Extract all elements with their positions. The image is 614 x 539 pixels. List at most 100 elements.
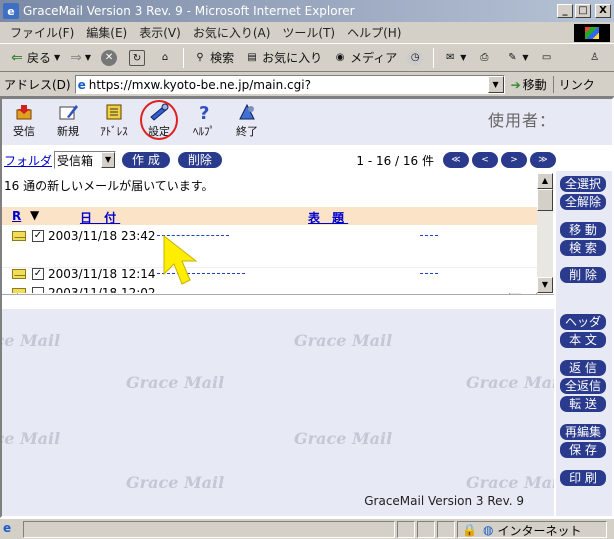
move-button[interactable]: 移 動: [560, 222, 606, 238]
app-version: GraceMail Version 3 Rev. 9: [364, 494, 524, 508]
scroll-down-icon[interactable]: ▼: [537, 277, 553, 293]
next-page-button[interactable]: >: [501, 152, 527, 168]
scroll-up-icon[interactable]: ▲: [537, 173, 553, 189]
address-dropdown-icon[interactable]: ▼: [487, 76, 504, 93]
list-vertical-scrollbar[interactable]: ▲ ▼: [537, 173, 553, 293]
delete-button[interactable]: 削 除: [560, 267, 606, 283]
ie-app-icon: e: [3, 3, 19, 19]
row-checkbox[interactable]: ✓: [32, 268, 44, 280]
watermark: Grace Mail: [466, 373, 554, 392]
media-button[interactable]: ◉ メディア: [327, 49, 402, 66]
forward-mail-button[interactable]: 転 送: [560, 396, 606, 412]
address-book-button[interactable]: ｱﾄﾞﾚｽ: [94, 103, 134, 139]
back-button[interactable]: ⇐ 戻る ▼: [4, 49, 65, 66]
help-button[interactable]: ? ﾍﾙﾌﾟ: [184, 103, 224, 139]
menu-tools[interactable]: ツール(T): [276, 24, 341, 41]
message-preview-pane: Grace Mail Grace Mail Grace Mail Grace M…: [2, 309, 554, 516]
links-button[interactable]: リンク: [552, 76, 595, 93]
address-label: アドレス(D): [4, 78, 71, 92]
address-input[interactable]: e https://mxw.kyoto-be.ne.jp/main.cgi? ▼: [74, 75, 505, 94]
last-page-button[interactable]: ≫: [530, 152, 556, 168]
favorites-button[interactable]: ▤ お気に入り: [239, 49, 327, 66]
folder-select[interactable]: 受信箱 ▼: [54, 151, 117, 169]
refresh-icon: ↻: [129, 49, 146, 66]
watermark: Grace Mail: [294, 331, 393, 350]
scroll-left-icon[interactable]: ◀: [2, 293, 18, 294]
stop-button[interactable]: ✕: [96, 49, 124, 66]
folder-link[interactable]: フォルダ: [4, 152, 52, 169]
compose-button[interactable]: 作 成: [122, 152, 170, 168]
watermark: Grace Mail: [126, 473, 225, 492]
search-mail-button[interactable]: 検 索: [560, 240, 606, 256]
column-read-status[interactable]: R: [12, 209, 21, 223]
back-dropdown-icon: ▼: [54, 53, 61, 62]
list-horizontal-scrollbar[interactable]: ◀ ▶: [2, 293, 538, 294]
go-label: 移動: [522, 78, 547, 92]
menu-favorites[interactable]: お気に入り(A): [187, 24, 277, 41]
mail-button[interactable]: ✉ ▼: [437, 50, 471, 66]
prev-page-button[interactable]: <: [472, 152, 498, 168]
messenger-button[interactable]: ♙: [582, 50, 610, 66]
go-button[interactable]: ➔ 移動: [511, 76, 547, 93]
envelope-icon: [12, 269, 26, 279]
mouse-cursor-icon: [163, 234, 198, 285]
media-icon: ◉: [335, 51, 345, 63]
body-button[interactable]: 本 文: [560, 332, 606, 348]
deselect-all-button[interactable]: 全解除: [560, 194, 606, 210]
new-mail-button[interactable]: 新規: [48, 103, 88, 139]
row-sender-link[interactable]: [420, 273, 438, 274]
sort-direction-icon[interactable]: ▼: [30, 208, 39, 222]
vertical-scroll-thumb[interactable]: [537, 189, 553, 211]
row-checkbox[interactable]: ✓: [32, 230, 44, 242]
header-button[interactable]: ヘッダ: [560, 314, 606, 330]
internet-zone-icon: ◍: [482, 523, 494, 537]
action-button-column: 全選択 全解除 移 動 検 索 削 除 ヘッダ 本 文 返 信 全返信 転 送 …: [556, 171, 612, 516]
menu-view[interactable]: 表示(V): [133, 24, 187, 41]
maximize-button[interactable]: □: [575, 4, 591, 18]
folder-dropdown-icon[interactable]: ▼: [101, 152, 116, 168]
close-button[interactable]: X: [595, 4, 611, 18]
re-edit-button[interactable]: 再編集: [560, 424, 606, 440]
address-url: https://mxw.kyoto-be.ne.jp/main.cgi?: [88, 77, 311, 92]
history-button[interactable]: ◷: [402, 49, 430, 66]
stop-icon: ✕: [101, 49, 118, 66]
status-segment: [417, 520, 435, 538]
back-arrow-icon: ⇐: [11, 49, 23, 66]
help-label: ﾍﾙﾌﾟ: [193, 125, 215, 138]
column-subject[interactable]: 表 題: [308, 209, 348, 226]
horizontal-scroll-thumb[interactable]: [18, 293, 510, 294]
windows-logo-icon: [574, 24, 610, 42]
scroll-right-icon[interactable]: ▶: [521, 293, 537, 294]
row-sender-link[interactable]: [420, 235, 438, 236]
menu-edit[interactable]: 編集(E): [80, 24, 133, 41]
mail-icon: ✉: [446, 51, 455, 63]
search-button[interactable]: ⚲ 検索: [187, 49, 239, 66]
reply-all-button[interactable]: 全返信: [560, 378, 606, 394]
minimize-button[interactable]: _: [557, 4, 573, 18]
refresh-button[interactable]: ↻: [124, 49, 152, 66]
print-button[interactable]: ⎙: [471, 50, 499, 66]
forward-button[interactable]: ⇒ ▼: [65, 50, 96, 66]
message-count: 1 - 16 / 16 件: [356, 153, 434, 168]
delete-pill-button[interactable]: 削除: [177, 152, 222, 168]
first-page-button[interactable]: ≪: [443, 152, 469, 168]
column-date[interactable]: 日 付: [80, 209, 120, 226]
exit-button[interactable]: 終了: [227, 103, 267, 139]
save-button[interactable]: 保 存: [560, 442, 606, 458]
receive-button[interactable]: 受信: [4, 103, 44, 139]
search-label: 検索: [210, 51, 235, 65]
mail-row[interactable]: ✓ 2003/11/18 23:42: [2, 227, 537, 267]
reply-button[interactable]: 返 信: [560, 360, 606, 376]
address-book-label: ｱﾄﾞﾚｽ: [100, 125, 128, 138]
mail-list-header: R ▼ 日 付 表 題: [2, 207, 537, 225]
discuss-button[interactable]: ▭: [534, 50, 562, 66]
menu-help[interactable]: ヘルプ(H): [341, 24, 407, 41]
edit-button[interactable]: ✎ ▼: [499, 50, 533, 66]
status-zone-segment: 🔒 ◍ インターネット: [457, 520, 607, 538]
home-button[interactable]: ⌂: [152, 50, 180, 66]
home-icon: ⌂: [161, 51, 169, 63]
user-label: 使用者：: [487, 111, 556, 130]
print-mail-button[interactable]: 印 刷: [560, 470, 606, 486]
menu-file[interactable]: ファイル(F): [4, 24, 80, 41]
select-all-button[interactable]: 全選択: [560, 176, 606, 192]
